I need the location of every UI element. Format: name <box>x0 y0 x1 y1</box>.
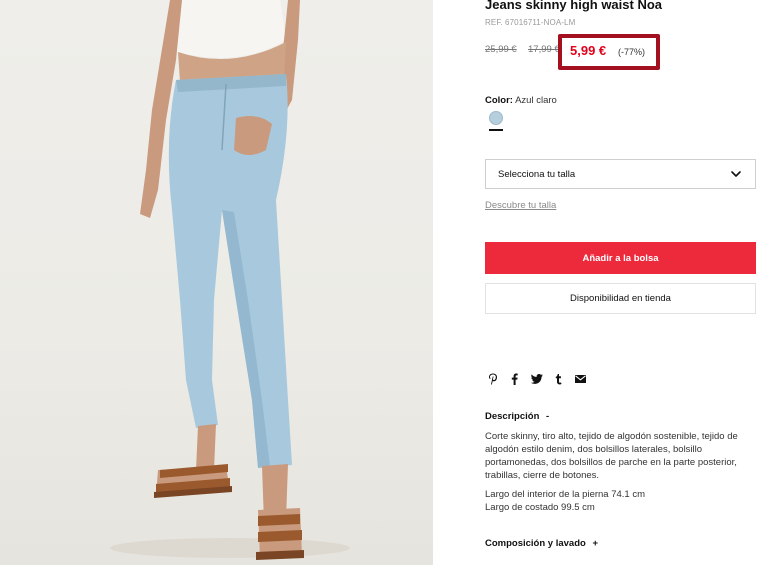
twitter-icon[interactable] <box>530 372 543 386</box>
expand-toggle-icon: + <box>592 538 599 549</box>
email-icon[interactable] <box>574 372 587 386</box>
current-price: 5,99 € <box>570 43 607 58</box>
composition-title: Composición y lavado <box>485 538 586 549</box>
color-value: Azul claro <box>515 95 557 106</box>
composition-header[interactable]: Composición y lavado + <box>485 538 598 549</box>
discount-badge: (-77%) <box>618 47 646 57</box>
outseam-measurement: Largo de costado 99.5 cm <box>485 502 595 513</box>
color-label-key: Color: <box>485 95 513 106</box>
size-select-label: Selecciona tu talla <box>498 169 576 180</box>
description-title: Descripción <box>485 411 540 422</box>
color-swatch-azul-claro[interactable] <box>489 111 503 125</box>
chevron-down-icon <box>731 171 741 177</box>
model-wearing-jeans-illustration <box>110 0 350 560</box>
previous-sale-price: 17,99 € <box>528 44 560 55</box>
add-to-bag-button[interactable]: Añadir a la bolsa <box>485 242 756 274</box>
selected-swatch-indicator <box>489 129 503 131</box>
current-price-highlight: 5,99 € (-77%) <box>558 34 660 70</box>
product-reference: REF. 67016711-NOA-LM <box>485 18 576 27</box>
collapse-toggle-icon: - <box>546 411 550 422</box>
store-availability-button[interactable]: Disponibilidad en tienda <box>485 283 756 314</box>
color-label: Color: Azul claro <box>485 95 557 106</box>
facebook-icon[interactable] <box>508 372 521 386</box>
description-text: Corte skinny, tiro alto, tejido de algod… <box>485 431 738 481</box>
description-header[interactable]: Descripción - <box>485 411 549 422</box>
share-icons <box>486 372 587 386</box>
product-image[interactable] <box>0 0 433 565</box>
tumblr-icon[interactable] <box>552 372 565 386</box>
inseam-measurement: Largo del interior de la pierna 74.1 cm <box>485 489 646 500</box>
original-price: 25,99 € <box>485 44 517 55</box>
product-title: Jeans skinny high waist Noa <box>485 0 662 12</box>
size-select-dropdown[interactable]: Selecciona tu talla <box>485 159 756 189</box>
pinterest-icon[interactable] <box>486 372 499 386</box>
size-guide-link[interactable]: Descubre tu talla <box>485 200 556 211</box>
